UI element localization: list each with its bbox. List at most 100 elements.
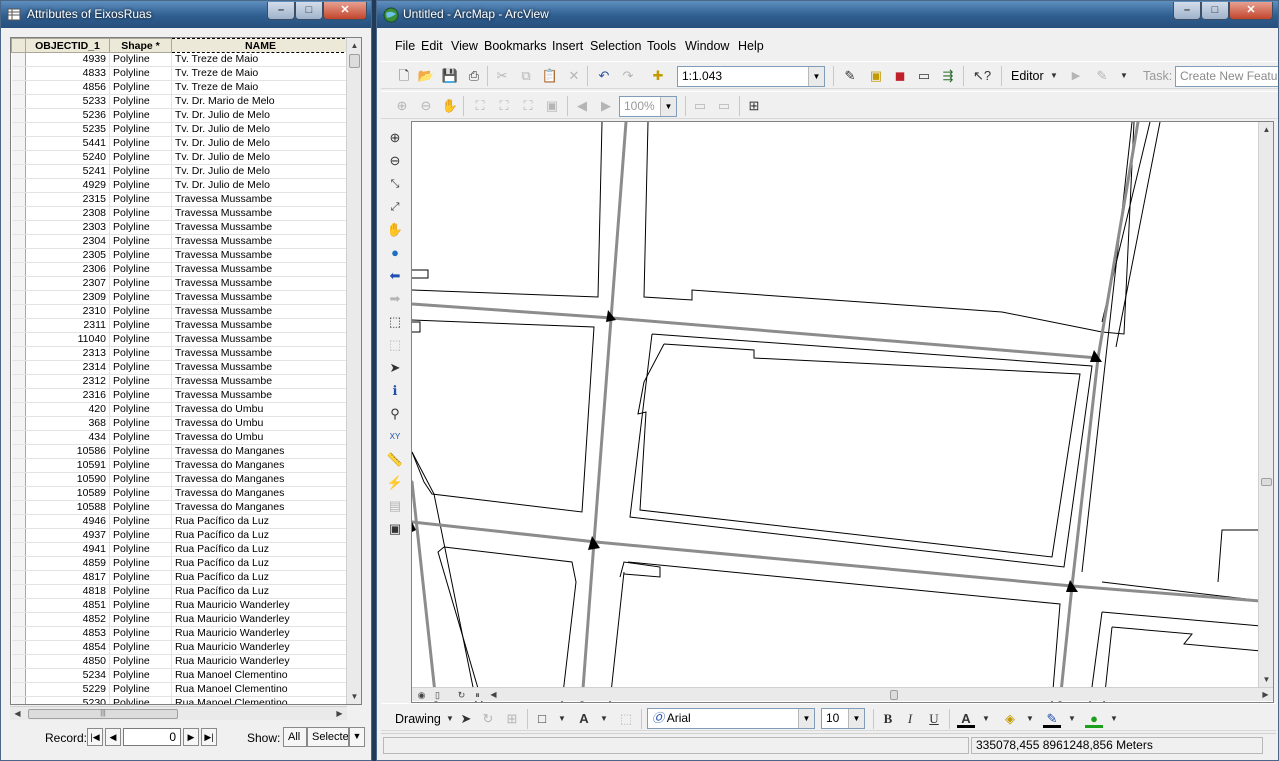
name-cell[interactable]: Tv. Dr. Julio de Melo [171,122,350,137]
objectid-cell[interactable]: 2309 [25,290,110,305]
table-row[interactable]: 4856 Polyline Tv. Treze de Maio [11,80,350,95]
marker-color-icon[interactable]: ● [1085,710,1103,728]
row-selector[interactable] [11,290,26,305]
name-cell[interactable]: Travessa Mussambe [171,290,350,305]
fixed-zoom-icon[interactable]: ⛶ [519,97,537,115]
open-folder-icon[interactable]: 📂 [417,67,435,85]
objectid-cell[interactable]: 4817 [25,570,110,585]
row-selector[interactable] [11,332,26,347]
shape-cell[interactable]: Polyline [109,570,172,585]
map-display[interactable]: ▲ ▼ ◉ ▯ ↻ ⏸ ◀ ▶ [411,121,1274,703]
row-selector[interactable] [11,598,26,613]
arccatalog-icon[interactable]: ▣ [867,67,885,85]
name-cell[interactable]: Travessa do Manganes [171,472,350,487]
table-row[interactable]: 2306 Polyline Travessa Mussambe [11,262,350,277]
row-selector[interactable] [11,108,26,123]
row-selector[interactable] [11,262,26,277]
name-cell[interactable]: Travessa do Manganes [171,486,350,501]
shape-cell[interactable]: Polyline [109,150,172,165]
name-cell[interactable]: Travessa Mussambe [171,248,350,263]
name-cell[interactable]: Travessa do Umbu [171,430,350,445]
name-cell[interactable]: Travessa Mussambe [171,360,350,375]
next-extent-layout-icon[interactable]: ▶ [597,97,615,115]
table-row[interactable]: 2303 Polyline Travessa Mussambe [11,220,350,235]
refresh-icon[interactable]: ↻ [454,688,469,702]
row-selector[interactable] [11,164,26,179]
shape-cell[interactable]: Polyline [109,318,172,333]
arctoolbox-icon[interactable]: ◼ [891,67,909,85]
editor-dropdown-icon[interactable]: ▼ [1045,67,1063,85]
map-vertical-scrollbar[interactable]: ▲ ▼ [1258,122,1273,687]
show-all-button[interactable]: All [283,727,307,747]
scroll-left-icon[interactable]: ◀ [10,707,25,721]
objectid-cell[interactable]: 10586 [25,444,110,459]
row-selector[interactable] [11,192,26,207]
objectid-cell[interactable]: 5240 [25,150,110,165]
objectid-cell[interactable]: 4850 [25,654,110,669]
map-scroll-down-icon[interactable]: ▼ [1259,672,1273,687]
row-selector[interactable] [11,416,26,431]
map-scroll-up-icon[interactable]: ▲ [1259,122,1273,137]
row-selector[interactable] [11,136,26,151]
shape-cell[interactable]: Polyline [109,458,172,473]
drawing-menu[interactable]: Drawing [395,712,441,726]
row-selector[interactable] [11,458,26,473]
row-selector[interactable] [11,388,26,403]
row-selector[interactable] [11,640,26,655]
name-cell[interactable]: Tv. Dr. Julio de Melo [171,164,350,179]
underline-button[interactable]: U [925,710,943,728]
name-cell[interactable]: Travessa Mussambe [171,318,350,333]
row-selector[interactable] [11,556,26,571]
row-selector[interactable] [11,52,26,67]
editor-toolbar-icon[interactable]: ✎ [841,67,859,85]
row-selector[interactable] [11,444,26,459]
objectid-cell[interactable]: 4859 [25,556,110,571]
shape-cell[interactable]: Polyline [109,108,172,123]
shape-cell[interactable]: Polyline [109,654,172,669]
task-combo[interactable]: Create New Featu [1175,66,1278,87]
row-selector[interactable] [11,360,26,375]
name-cell[interactable]: Travessa Mussambe [171,220,350,235]
name-cell[interactable]: Travessa Mussambe [171,234,350,249]
objectid-cell[interactable]: 4937 [25,528,110,543]
shape-cell[interactable]: Polyline [109,402,172,417]
arcmap-maximize-button[interactable]: □ [1201,2,1229,20]
objectid-cell[interactable]: 10588 [25,500,110,515]
layout-zoom-in-icon[interactable]: ⊕ [393,97,411,115]
shape-cell[interactable]: Polyline [109,696,172,704]
row-selector[interactable] [11,122,26,137]
identify-icon[interactable]: ℹ [386,382,404,400]
shape-cell[interactable]: Polyline [109,122,172,137]
name-cell[interactable]: Travessa Mussambe [171,346,350,361]
sketch-dropdown-icon[interactable]: ▼ [1115,67,1133,85]
shape-cell[interactable]: Polyline [109,304,172,319]
table-row[interactable]: 4817 Polyline Rua Pacífico da Luz [11,570,350,585]
map-vscroll-thumb[interactable] [1261,478,1272,486]
row-selector[interactable] [11,94,26,109]
save-icon[interactable]: 💾 [441,67,459,85]
paste-icon[interactable]: 📋 [541,67,559,85]
row-selector[interactable] [11,472,26,487]
shape-cell[interactable]: Polyline [109,206,172,221]
cut-icon[interactable]: ✂ [493,67,511,85]
row-selector[interactable] [11,150,26,165]
previous-record-button[interactable]: ◀ [105,728,121,746]
line-color-icon[interactable]: ✎ [1043,710,1061,728]
objectid-cell[interactable]: 2307 [25,276,110,291]
font-size-dropdown-icon[interactable]: ▼ [848,709,864,728]
table-row[interactable]: 5233 Polyline Tv. Dr. Mario de Melo [11,94,350,109]
row-selector[interactable] [11,542,26,557]
bold-button[interactable]: B [879,710,897,728]
table-row[interactable]: 10586 Polyline Travessa do Manganes [11,444,350,459]
table-row[interactable]: 2316 Polyline Travessa Mussambe [11,388,350,403]
fill-color-icon[interactable]: ◈ [1001,710,1019,728]
name-cell[interactable]: Rua Pacífico da Luz [171,514,350,529]
objectid-cell[interactable]: 2315 [25,192,110,207]
row-selector[interactable] [11,206,26,221]
table-row[interactable]: 10588 Polyline Travessa do Manganes [11,500,350,515]
objectid-cell[interactable]: 2314 [25,360,110,375]
column-header-objectid[interactable]: OBJECTID_1 [25,38,110,53]
table-row[interactable]: 4850 Polyline Rua Mauricio Wanderley [11,654,350,669]
italic-button[interactable]: I [901,710,919,728]
objectid-cell[interactable]: 4939 [25,52,110,67]
